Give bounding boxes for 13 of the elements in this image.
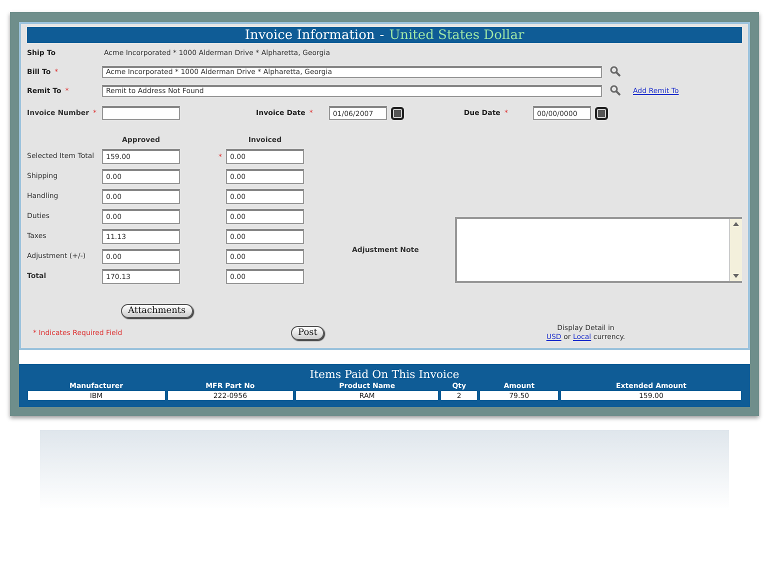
adjustment-note-field[interactable] bbox=[455, 217, 742, 283]
header-title: Invoice Information bbox=[244, 28, 375, 42]
search-icon[interactable] bbox=[610, 85, 621, 96]
scrollbar[interactable] bbox=[729, 219, 742, 281]
attachments-button[interactable]: Attachments bbox=[121, 304, 193, 318]
calendar-icon[interactable] bbox=[390, 106, 404, 120]
post-button[interactable]: Post bbox=[291, 326, 324, 340]
currency-name: United States Dollar bbox=[389, 28, 524, 42]
calendar-icon[interactable] bbox=[594, 106, 608, 120]
items-title: Items Paid On This Invoice bbox=[308, 368, 460, 382]
search-icon[interactable] bbox=[610, 66, 621, 77]
invoice-number-field[interactable] bbox=[102, 106, 180, 120]
header-separator: - bbox=[380, 28, 384, 42]
